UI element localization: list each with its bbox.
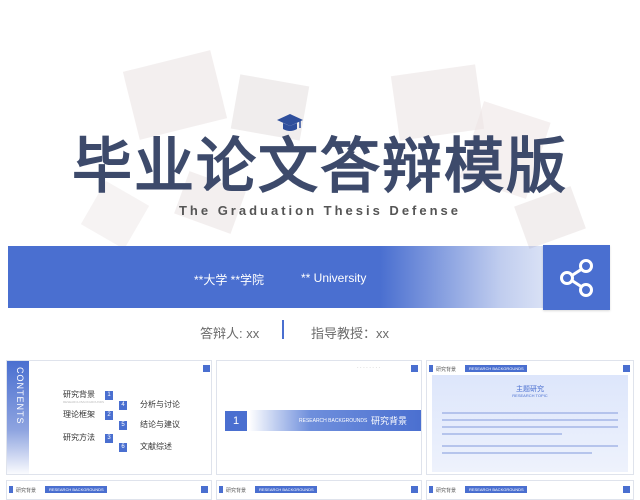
toc-item: 理论框架: [63, 410, 95, 419]
thumbnail-slide[interactable]: 研究背景 RESEARCH BACKGROUNDS: [426, 480, 634, 500]
thumbnail-topic[interactable]: 研究背景 RESEARCH BACKGROUNDS 主题研究 RESEARCH …: [426, 360, 634, 475]
header-cn: 研究背景: [226, 488, 247, 494]
header-en: RESEARCH BACKGROUNDS: [469, 366, 524, 371]
header-cn: 研究背景: [16, 488, 37, 494]
header-marker: [429, 365, 433, 372]
toc-item: 研究方法: [63, 433, 95, 442]
share-icon: [411, 486, 418, 493]
text-line: [442, 433, 562, 435]
text-line: [442, 452, 592, 454]
toc-number: 1: [105, 391, 113, 400]
header-marker: [219, 486, 223, 493]
thumbnail-slide[interactable]: 研究背景 RESEARCH BACKGROUNDS: [6, 480, 212, 500]
header-en: RESEARCH BACKGROUNDS: [259, 487, 314, 492]
contents-sidebar: CONTENTS: [7, 361, 29, 474]
share-icon: [201, 486, 208, 493]
text-line: [442, 445, 618, 447]
thumb-caption: · · · · · · · ·: [357, 365, 381, 371]
header-en: RESEARCH BACKGROUNDS: [49, 487, 104, 492]
section-title-en: RESEARCH BACKGROUNDS: [299, 418, 368, 424]
toc-number: 3: [105, 434, 113, 443]
graduation-cap-icon: [277, 114, 303, 131]
share-icon: [623, 365, 630, 372]
toc-number: 5: [119, 421, 127, 430]
section-number: 1: [225, 411, 247, 431]
topic-panel: 主题研究 RESEARCH TOPIC: [432, 375, 628, 472]
presenter-label: 答辩人: xx: [200, 326, 260, 341]
school-name-cn: **大学 **学院: [194, 273, 265, 287]
share-icon: [623, 486, 630, 493]
toc-sub: RESEARCH BACKGROUNDS: [63, 400, 105, 404]
toc-item: 研究背景: [63, 390, 95, 399]
toc-item: 文献综述: [140, 442, 172, 451]
text-line: [442, 412, 618, 414]
title-slide[interactable]: 毕业论文答辩模版 The Graduation Thesis Defense *…: [0, 0, 640, 355]
toc-number: 2: [105, 411, 113, 420]
header-cn: 研究背景: [436, 367, 457, 373]
header-marker: [9, 486, 13, 493]
toc-number: 6: [119, 443, 127, 452]
divider: [282, 320, 284, 339]
text-line: [442, 426, 618, 428]
share-icon: [203, 365, 210, 372]
toc-item: 分析与讨论: [140, 400, 180, 409]
school-name-en: ** University: [301, 271, 367, 285]
advisor-label: 指导教授：xx: [311, 326, 390, 341]
header-marker: [429, 486, 433, 493]
share-icon: [411, 365, 418, 372]
toc-item: 结论与建议: [140, 420, 180, 429]
header-cn: 研究背景: [436, 488, 457, 494]
slide-title-cn: 毕业论文答辩模版: [72, 132, 568, 202]
share-icon: [559, 258, 593, 297]
toc-number: 4: [119, 401, 127, 410]
thumbnail-section[interactable]: · · · · · · · · 1 RESEARCH BACKGROUNDS 研…: [216, 360, 422, 475]
slide-title-en: The Graduation Thesis Defense: [178, 203, 462, 218]
contents-label: CONTENTS: [15, 367, 25, 425]
text-line: [442, 419, 618, 421]
share-button[interactable]: [543, 245, 610, 310]
section-title-cn: 研究背景: [371, 416, 408, 426]
header-en: RESEARCH BACKGROUNDS: [469, 487, 524, 492]
thumbnail-contents[interactable]: CONTENTS 研究背景 RESEARCH BACKGROUNDS 1 理论框…: [6, 360, 212, 475]
panel-subtitle: RESEARCH TOPIC: [512, 393, 548, 398]
thumbnail-slide[interactable]: 研究背景 RESEARCH BACKGROUNDS: [216, 480, 422, 500]
